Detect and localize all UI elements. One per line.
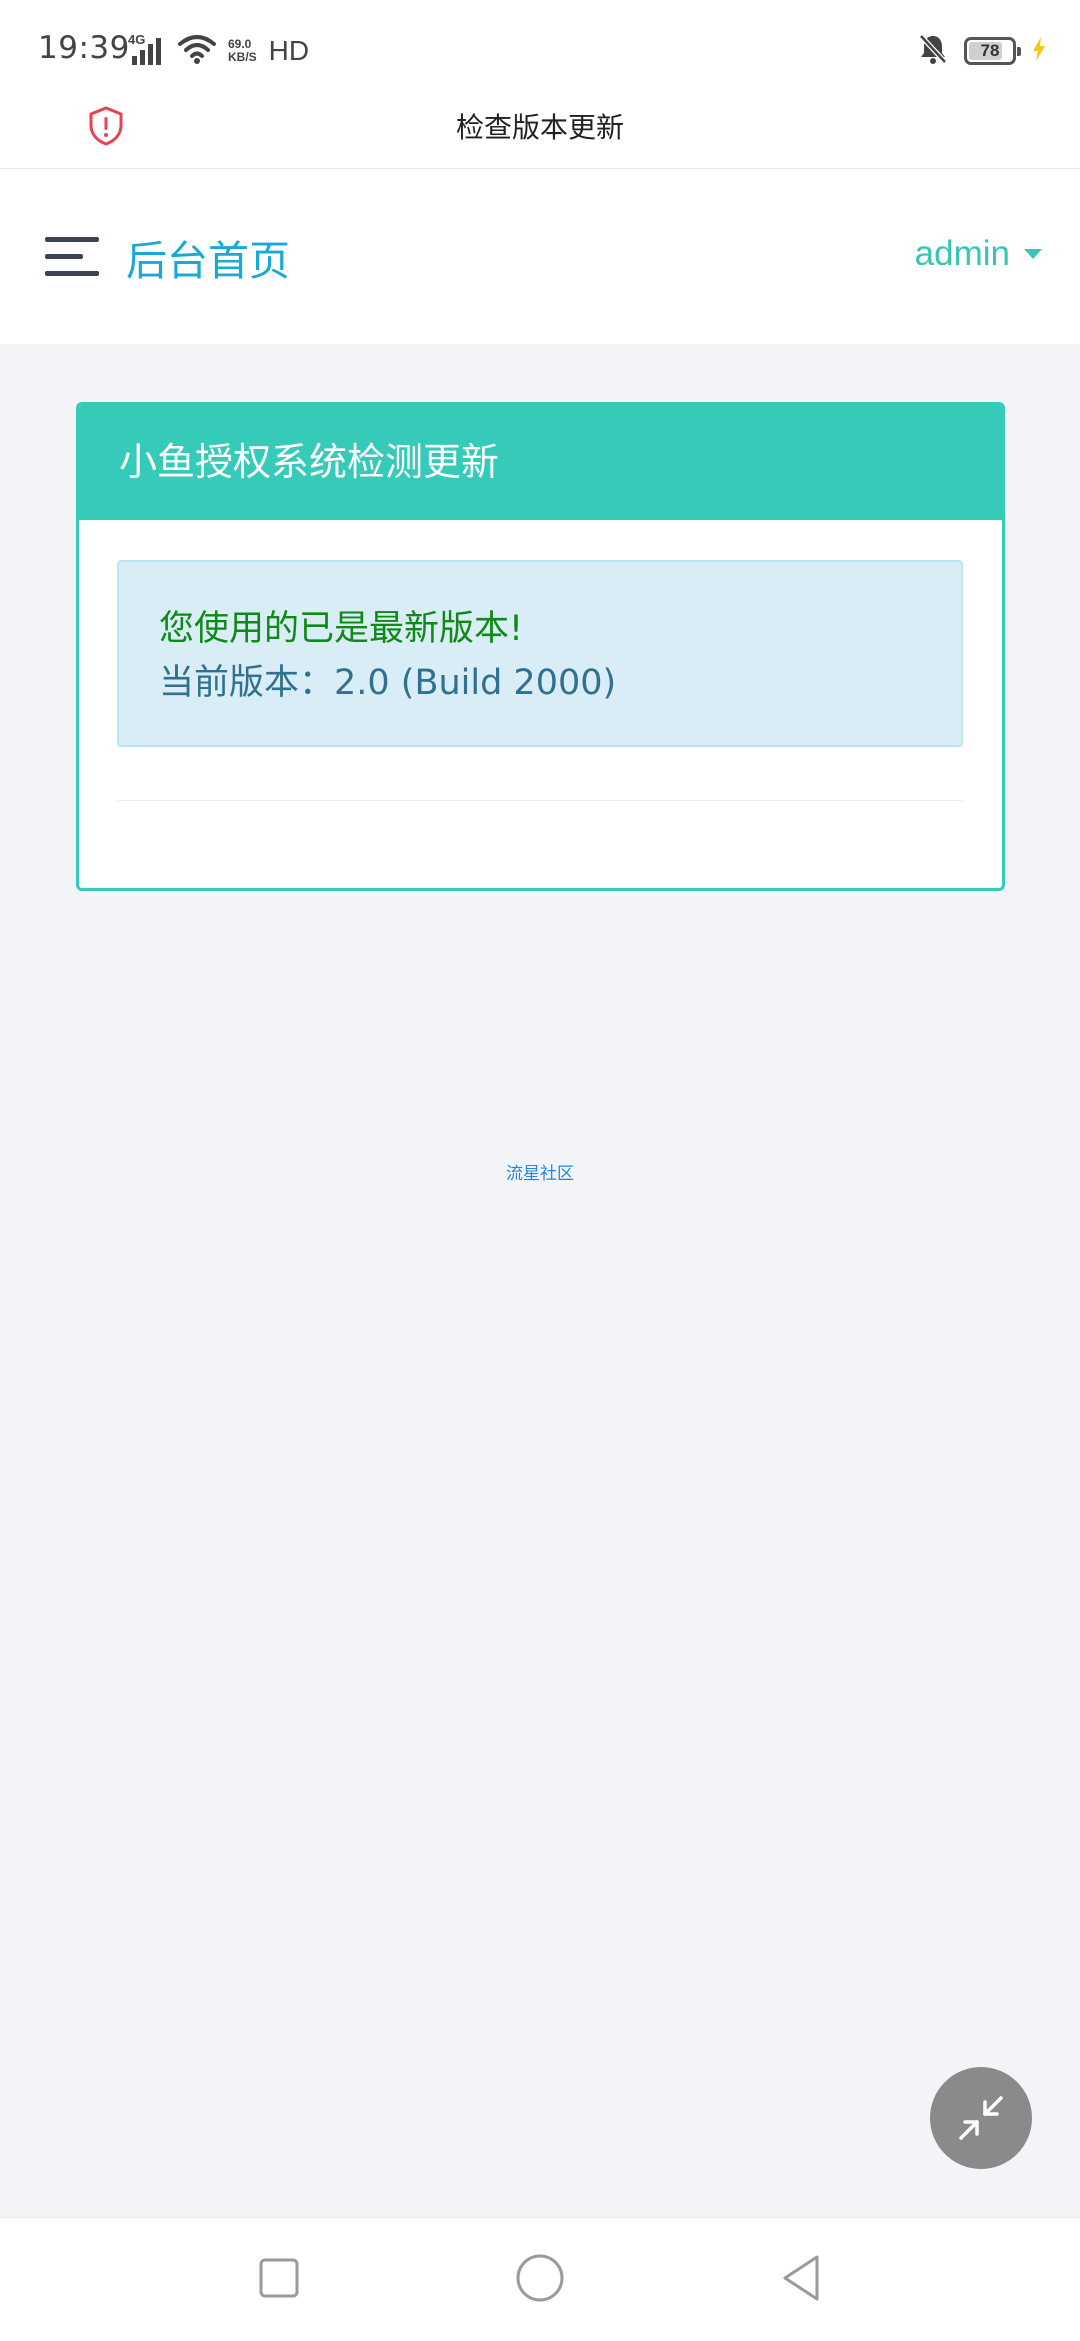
charging-bolt-icon [1032, 37, 1046, 65]
menu-line-top [45, 237, 99, 242]
menu-line-bottom [45, 271, 99, 276]
footer-link[interactable]: 流星社区 [0, 1159, 1080, 1184]
divider [117, 800, 963, 801]
network-speed: 69.0 KB/S [228, 38, 257, 64]
square-icon [259, 2258, 299, 2298]
info-alert: 您使用的已是最新版本! 当前版本：2.0 (Build 2000) [117, 560, 963, 747]
minimize-button[interactable] [930, 2067, 1032, 2169]
minimize-arrows-icon [959, 2096, 1003, 2140]
update-check-panel: 小鱼授权系统检测更新 您使用的已是最新版本! 当前版本：2.0 (Build 2… [76, 402, 1005, 891]
version-text: 当前版本：2.0 (Build 2000) [159, 663, 617, 703]
network-speed-unit: KB/S [228, 50, 257, 64]
back-button[interactable] [771, 2248, 831, 2308]
recent-apps-button[interactable] [249, 2248, 309, 2308]
home-button[interactable] [510, 2248, 570, 2308]
home-link[interactable]: 后台首页 [126, 227, 290, 287]
menu-line-middle [45, 254, 83, 259]
status-icons-left: 4G 69.0 KB/S HD [128, 32, 310, 68]
hd-indicator: HD [268, 35, 310, 66]
user-name: admin [914, 234, 1010, 273]
status-bar: 19:39 4G 69.0 KB/S HD 78 [0, 0, 1080, 100]
bell-muted-icon [918, 33, 948, 69]
status-time: 19:39 [38, 30, 130, 66]
wifi-icon [178, 34, 216, 68]
battery-icon: 78 [964, 37, 1021, 65]
admin-header: 后台首页 admin [0, 169, 1080, 344]
status-message: 您使用的已是最新版本! [159, 609, 524, 649]
panel-heading: 小鱼授权系统检测更新 [79, 405, 1002, 520]
triangle-back-icon [783, 2255, 819, 2301]
cellular-signal-icon: 4G [128, 32, 168, 68]
system-nav-bar [0, 2217, 1080, 2341]
status-icons-right: 78 [918, 32, 1046, 70]
page-title: 检查版本更新 [455, 111, 624, 144]
battery-level: 78 [980, 41, 1000, 60]
app-titlebar: 检查版本更新 [0, 100, 1080, 169]
network-type: 4G [128, 32, 146, 47]
hamburger-menu-icon[interactable] [45, 237, 99, 277]
caret-down-icon [1024, 249, 1042, 259]
user-dropdown[interactable]: admin [915, 234, 1042, 274]
circle-icon [516, 2254, 564, 2302]
